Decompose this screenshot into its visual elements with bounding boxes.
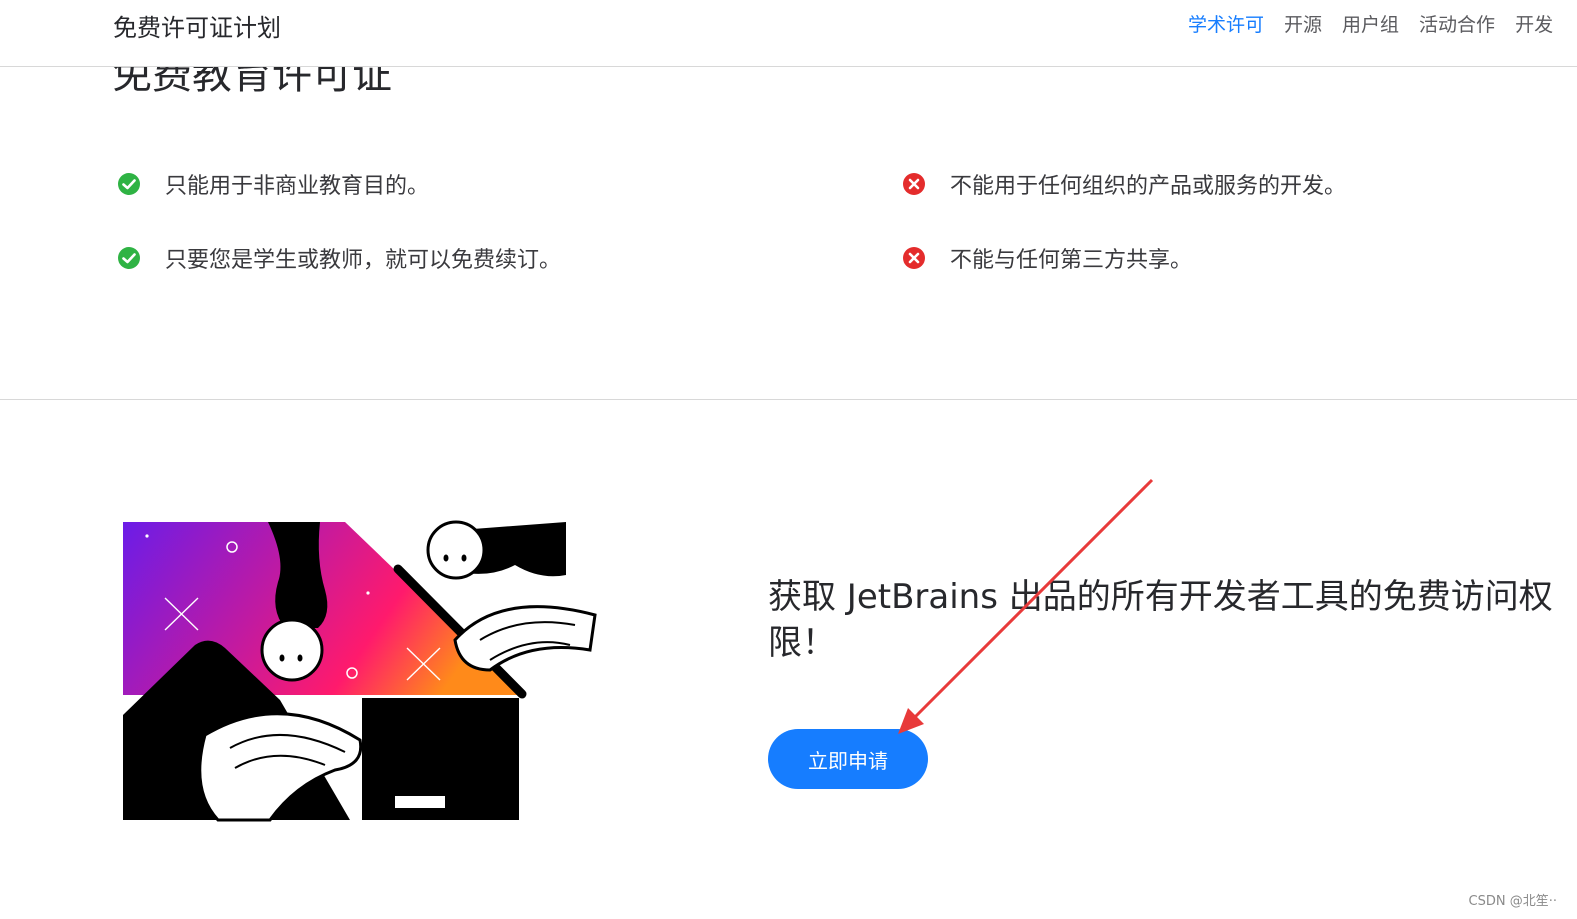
- allowed-item: 只能用于非商业教育目的。: [117, 168, 429, 200]
- check-circle-icon: [118, 173, 140, 195]
- x-circle-icon: [903, 173, 925, 195]
- disallowed-item: 不能与任何第三方共享。: [902, 242, 1192, 274]
- nav-item-open-source[interactable]: 开源: [1284, 10, 1322, 37]
- watermark: CSDN @北笙··: [1468, 894, 1557, 909]
- check-circle-icon: [118, 247, 140, 269]
- nav-item-academic[interactable]: 学术许可: [1188, 10, 1264, 37]
- allowed-item-text: 只能用于非商业教育目的。: [165, 174, 430, 199]
- allowed-item: 只要您是学生或教师，就可以免费续订。: [117, 242, 561, 274]
- nav-item-developer[interactable]: 开发: [1515, 10, 1553, 37]
- disallowed-item: 不能用于任何组织的产品或服务的开发。: [902, 168, 1346, 200]
- top-nav: 学术许可 开源 用户组 活动合作 开发: [1188, 10, 1553, 37]
- nav-item-user-groups[interactable]: 用户组: [1342, 10, 1399, 37]
- x-circle-icon: [903, 247, 925, 269]
- nav-item-events[interactable]: 活动合作: [1419, 10, 1495, 37]
- disallowed-item-text: 不能用于任何组织的产品或服务的开发。: [950, 174, 1347, 199]
- jetbrains-illustration: [123, 520, 597, 822]
- site-brand-title[interactable]: 免费许可证计划: [113, 8, 281, 43]
- annotation-arrow-icon: [898, 478, 1154, 734]
- top-nav-bar: 免费许可证计划 学术许可 开源 用户组 活动合作 开发: [0, 0, 1577, 67]
- allowed-item-text: 只要您是学生或教师，就可以免费续订。: [165, 248, 562, 273]
- disallowed-item-text: 不能与任何第三方共享。: [950, 248, 1193, 273]
- section-divider: [0, 399, 1577, 400]
